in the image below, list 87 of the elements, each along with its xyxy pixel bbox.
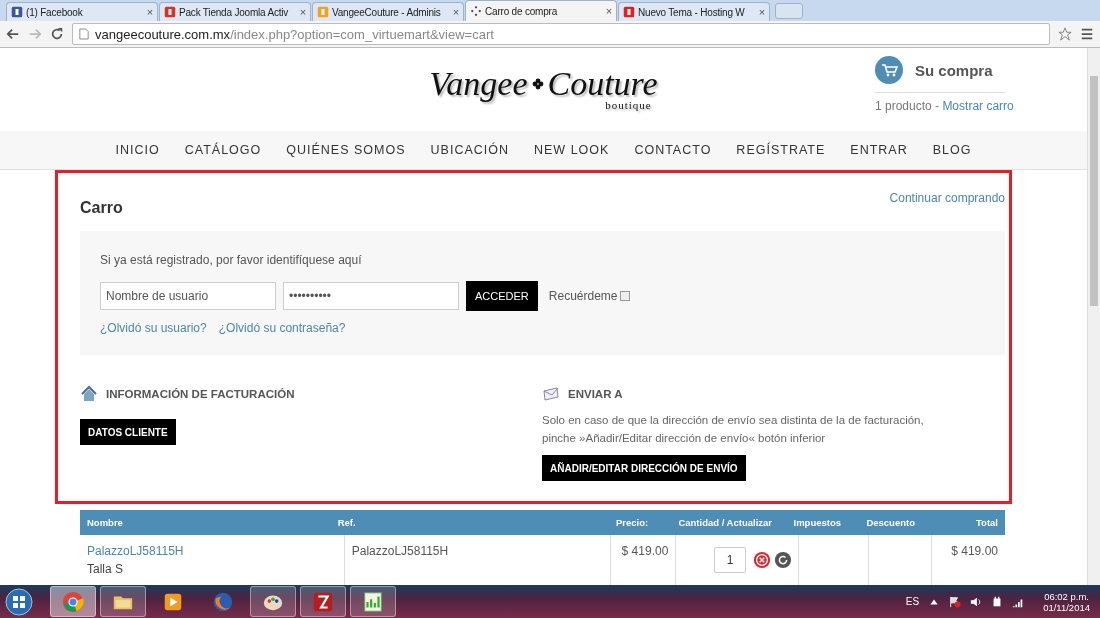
nav-link[interactable]: NEW LOOK xyxy=(534,143,610,157)
language-indicator[interactable]: ES xyxy=(905,596,920,607)
username-field[interactable]: Nombre de usuario xyxy=(100,282,276,310)
browser-tab[interactable]: (1) Facebook × xyxy=(6,2,158,21)
column-header: Nombre xyxy=(86,517,124,528)
browser-tab[interactable]: VangeeCouture - Adminis × xyxy=(312,2,464,21)
globe-icon xyxy=(212,590,234,613)
nav-link[interactable]: UBICACIÓN xyxy=(430,143,509,157)
table-cell: $ 419.00 xyxy=(621,544,669,558)
favicon-icon xyxy=(11,6,23,18)
volume-icon[interactable] xyxy=(970,595,983,608)
quantity-field[interactable]: 1 xyxy=(714,547,747,573)
favicon-icon xyxy=(317,6,329,18)
table-cell: $ 419.00 xyxy=(951,544,998,558)
nav-link[interactable]: INICIO xyxy=(115,143,160,157)
browser-icon xyxy=(62,590,84,613)
clock-date: 01/11/2014 xyxy=(1043,601,1090,613)
product-variant: Talla S xyxy=(87,562,125,576)
browser-tab[interactable]: Pack Tienda Joomla Activ × xyxy=(159,2,311,21)
chart-icon xyxy=(362,590,384,613)
nav-link[interactable]: REGÍSTRATE xyxy=(736,143,826,157)
column-header: Impuestos xyxy=(792,517,843,528)
remember-label: Recuérdeme xyxy=(548,289,618,303)
table-cell-text: PalazzoLJ58115H xyxy=(351,544,450,558)
menu-icon[interactable] xyxy=(1080,27,1094,41)
refresh-icon[interactable] xyxy=(774,551,793,569)
login-button[interactable]: ACCEDER xyxy=(466,281,538,311)
clock-time: 06:02 p.m. xyxy=(1044,590,1089,602)
start-button[interactable] xyxy=(4,586,34,617)
shipping-note: Solo en caso de que la dirección de envío sea distinta de la de facturación, pinche »Añadir/Editar dirección de envío« botón inferior xyxy=(542,413,925,446)
cart-count: 1 producto - xyxy=(875,99,941,113)
tab-label: Nuevo Tema - Hosting W xyxy=(638,6,745,18)
login-prompt: Si ya está registrado, por favor identifíquese aquí xyxy=(100,253,363,267)
bookmark-star-icon[interactable] xyxy=(1058,27,1072,41)
nav-link[interactable]: CONTACTO xyxy=(634,143,712,157)
tab-label: Carro de compra xyxy=(485,5,558,17)
loading-icon xyxy=(470,5,482,17)
tab-label: (1) Facebook xyxy=(26,6,83,18)
tab-close-button[interactable]: × xyxy=(146,6,153,18)
flag-icon[interactable] xyxy=(949,595,962,608)
tab-close-button[interactable]: × xyxy=(605,5,612,17)
tab-label: VangeeCouture - Adminis xyxy=(332,6,441,18)
reload-icon[interactable] xyxy=(50,27,64,41)
customer-data-button[interactable]: DATOS CLIENTE xyxy=(80,419,176,445)
back-icon[interactable] xyxy=(6,27,20,41)
house-icon xyxy=(80,385,98,403)
tab-close-button[interactable]: × xyxy=(758,6,765,18)
taskbar-app-button[interactable] xyxy=(250,586,296,617)
edit-shipping-address-button[interactable]: AÑADIR/EDITAR DIRECCIÓN DE ENVÍO xyxy=(542,455,746,481)
nav-link[interactable]: QUIÉNES SOMOS xyxy=(286,143,406,157)
section-title: ENVIAR A xyxy=(568,388,623,400)
browser-tab[interactable]: Nuevo Tema - Hosting W × xyxy=(618,2,770,21)
forgot-username-link[interactable]: ¿Olvidó su usuario? xyxy=(100,321,207,335)
logo[interactable]: Vangee Couture boutique xyxy=(429,65,658,111)
cart-title: Su compra xyxy=(915,61,993,79)
continue-shopping-link[interactable]: Continuar comprando xyxy=(889,191,1005,205)
favicon-icon xyxy=(164,6,176,18)
nav-link[interactable]: CATÁLOGO xyxy=(184,143,262,157)
product-link[interactable]: PalazzoLJ58115H xyxy=(87,544,337,558)
nav-link[interactable]: BLOG xyxy=(932,143,972,157)
page-icon xyxy=(79,28,89,40)
taskbar-app-button[interactable] xyxy=(100,586,146,617)
column-header: Ref. xyxy=(336,517,357,528)
remove-icon[interactable] xyxy=(753,551,772,569)
tab-label: Pack Tienda Joomla Activ xyxy=(179,6,289,18)
envelope-icon xyxy=(542,385,560,403)
remember-checkbox[interactable] xyxy=(619,291,630,301)
section-title: INFORMACIÓN DE FACTURACIÓN xyxy=(106,388,295,400)
page-title: Carro xyxy=(80,199,123,217)
cart-icon[interactable] xyxy=(875,56,903,84)
nav-link[interactable]: ENTRAR xyxy=(850,143,908,157)
show-cart-link[interactable]: Mostrar carro xyxy=(942,99,1014,113)
ftp-icon xyxy=(312,590,334,613)
favicon-icon xyxy=(623,6,635,18)
column-header: Cantidad / Actualizar xyxy=(677,517,773,528)
browser-tab[interactable]: Carro de compra × xyxy=(465,0,617,21)
column-header: Precio: xyxy=(614,517,650,528)
taskbar-app-button[interactable] xyxy=(350,586,396,617)
column-header: Descuento xyxy=(865,517,916,528)
taskbar-app-button[interactable] xyxy=(300,586,346,617)
address-bar[interactable]: vangeecouture.com.mx/index.php?option=com_virtuemart&view=cart xyxy=(72,23,1050,45)
forgot-password-link[interactable]: ¿Olvidó su contraseña? xyxy=(218,321,346,335)
column-header: Total xyxy=(975,517,999,528)
scrollbar[interactable] xyxy=(1087,48,1100,585)
tab-close-button[interactable]: × xyxy=(452,6,459,18)
password-field[interactable]: •••••••••• xyxy=(283,282,459,310)
tab-close-button[interactable]: × xyxy=(299,6,306,18)
